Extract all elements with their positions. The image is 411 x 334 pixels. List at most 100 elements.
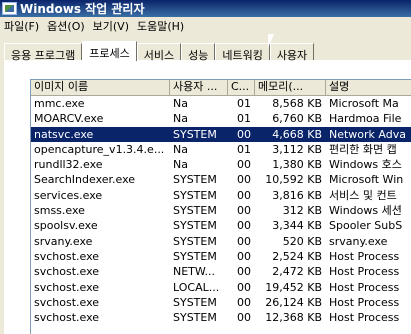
cell-name: services.exe (34, 188, 103, 202)
cell-user: Na (173, 97, 188, 110)
cell-desc: Microsoft Ma (329, 97, 399, 110)
cell-name: smss.exe (34, 204, 85, 218)
cell-mem: 4,668 KB (272, 127, 322, 141)
cell-desc: Host Process (329, 249, 400, 263)
cell-user: SYSTEM (173, 234, 217, 248)
cell-desc: Spooler SubS (329, 219, 403, 233)
column-image-name[interactable]: 이미지 이름 (31, 80, 170, 95)
cell-cpu: 01 (237, 97, 251, 110)
table-row[interactable]: svchost.exe LOCAL... 00 19,452 KB Host Proce… (31, 280, 411, 295)
cell-cpu: 00 (237, 311, 251, 325)
menu-options[interactable]: 옵션(O) (45, 18, 90, 34)
cell-user: SYSTEM (173, 173, 217, 187)
tab-processes[interactable]: 프로세스 (82, 41, 137, 61)
cell-user: Na (173, 142, 188, 156)
cell-desc: 서비스 및 컨트 (329, 188, 397, 202)
menu-file[interactable]: 파일(F) (2, 18, 45, 34)
cell-cpu: 00 (237, 280, 251, 294)
cell-user: SYSTEM (173, 249, 217, 263)
list-header: 이미지 이름 사용자 ... C... 메모리(... 설명 (31, 80, 411, 96)
column-memory[interactable]: 메모리(... (255, 80, 326, 95)
cell-cpu: 01 (237, 112, 251, 126)
cell-mem: 12,368 KB (265, 311, 322, 325)
cell-name: svchost.exe (34, 311, 100, 325)
cell-cpu: 00 (237, 265, 251, 279)
cell-mem: 3,344 KB (272, 219, 322, 233)
cell-cpu: 00 (237, 204, 251, 218)
cell-name: svchost.exe (34, 295, 100, 309)
title-bar: Windows 작업 관리자 (0, 0, 411, 17)
cell-mem: 2,472 KB (272, 265, 322, 279)
list-body: mmc.exe Na 01 8,568 KB Microsoft Ma MOARCV.ex… (31, 96, 411, 325)
window-title: Windows 작업 관리자 (20, 2, 145, 16)
tab-performance[interactable]: 성능 (181, 43, 216, 62)
tab-services[interactable]: 서비스 (136, 43, 182, 62)
cell-desc: Windows 호스 (329, 158, 402, 172)
table-row[interactable]: smss.exe SYSTEM 00 312 KB Windows 세션 (31, 203, 411, 218)
table-row[interactable]: srvany.exe SYSTEM 00 520 KB srvany.exe (31, 234, 411, 249)
menu-help[interactable]: 도움말(H) (135, 18, 190, 34)
menu-view[interactable]: 보기(V) (91, 18, 135, 34)
cell-name: mmc.exe (34, 97, 85, 110)
table-row[interactable]: MOARCV.exe Na 01 6,760 KB Hardmoa File (31, 111, 411, 126)
cell-user: SYSTEM (173, 204, 217, 218)
task-manager-icon (2, 2, 17, 15)
cell-mem: 8,568 KB (272, 97, 322, 110)
cell-cpu: 01 (237, 142, 251, 156)
cell-user: Na (173, 158, 188, 172)
cell-mem: 19,452 KB (265, 280, 322, 294)
table-row[interactable]: svchost.exe NETW... 00 2,472 KB Host Process (31, 264, 411, 279)
cell-cpu: 00 (237, 249, 251, 263)
cell-cpu: 00 (237, 188, 251, 202)
cell-user: NETW... (173, 265, 216, 279)
cell-name: svchost.exe (34, 249, 100, 263)
table-row[interactable]: SearchIndexer.exe SYSTEM 00 10,592 KB Micros… (31, 172, 411, 187)
column-cpu[interactable]: C... (228, 80, 255, 95)
cell-mem: 520 KB (282, 234, 322, 248)
table-row[interactable]: services.exe SYSTEM 00 3,816 KB 서비스 및 컨트 (31, 188, 411, 203)
cell-desc: Host Process (329, 311, 400, 325)
column-description[interactable]: 설명 (326, 80, 411, 95)
cell-cpu: 00 (237, 234, 251, 248)
cell-user: Na (173, 112, 188, 126)
cell-desc: Microsoft Win (329, 173, 404, 187)
column-user-name[interactable]: 사용자 ... (170, 80, 228, 95)
table-row[interactable]: natsvc.exe SYSTEM 00 4,668 KB Network Adva (31, 126, 411, 142)
table-row[interactable]: svchost.exe SYSTEM 00 2,524 KB Host Process (31, 249, 411, 264)
cell-desc: Host Process (329, 280, 400, 294)
tab-networking[interactable]: 네트워킹 (215, 43, 270, 62)
cell-mem: 312 KB (282, 204, 322, 218)
cell-desc: srvany.exe (329, 234, 388, 248)
cell-mem: 3,816 KB (272, 188, 322, 202)
cell-user: SYSTEM (173, 127, 217, 141)
table-row[interactable]: mmc.exe Na 01 8,568 KB Microsoft Ma (31, 96, 411, 111)
cell-mem: 26,124 KB (265, 295, 322, 309)
cell-name: svchost.exe (34, 265, 100, 279)
process-list[interactable]: 이미지 이름 사용자 ... C... 메모리(... 설명 mmc.exe Na… (30, 79, 411, 334)
cell-name: spoolsv.exe (34, 219, 98, 233)
cell-mem: 1,380 KB (272, 158, 322, 172)
cell-desc: Network Adva (329, 127, 406, 141)
mouse-cursor-icon (268, 34, 280, 48)
cell-user: SYSTEM (173, 295, 217, 309)
cell-desc: 편리한 화면 캡 (329, 142, 397, 156)
cell-name: opencapture_v1.3.4.e... (34, 142, 165, 156)
tab-applications[interactable]: 응용 프로그램 (4, 43, 83, 62)
cell-name: svchost.exe (34, 280, 100, 294)
cell-cpu: 00 (237, 127, 251, 141)
table-row[interactable]: rundll32.exe Na 00 1,380 KB Windows 호스 (31, 157, 411, 172)
cell-name: srvany.exe (34, 234, 93, 248)
cell-cpu: 00 (237, 158, 251, 172)
cell-desc: Hardmoa File (329, 112, 402, 126)
table-row[interactable]: spoolsv.exe SYSTEM 00 3,344 KB Spooler SubS (31, 218, 411, 233)
table-row[interactable]: svchost.exe SYSTEM 00 26,124 KB Host Process (31, 295, 411, 310)
cell-desc: Host Process (329, 295, 400, 309)
cell-user: LOCAL... (173, 280, 220, 294)
menu-bar: 파일(F) 옵션(O) 보기(V) 도움말(H) (0, 17, 411, 35)
table-row[interactable]: opencapture_v1.3.4.e... Na 01 3,112 KB 편리한 화… (31, 142, 411, 157)
cell-cpu: 00 (237, 219, 251, 233)
cell-cpu: 00 (237, 173, 251, 187)
cell-mem: 2,524 KB (272, 249, 322, 263)
cell-mem: 6,760 KB (272, 112, 322, 126)
table-row[interactable]: svchost.exe SYSTEM 00 12,368 KB Host Process (31, 310, 411, 325)
